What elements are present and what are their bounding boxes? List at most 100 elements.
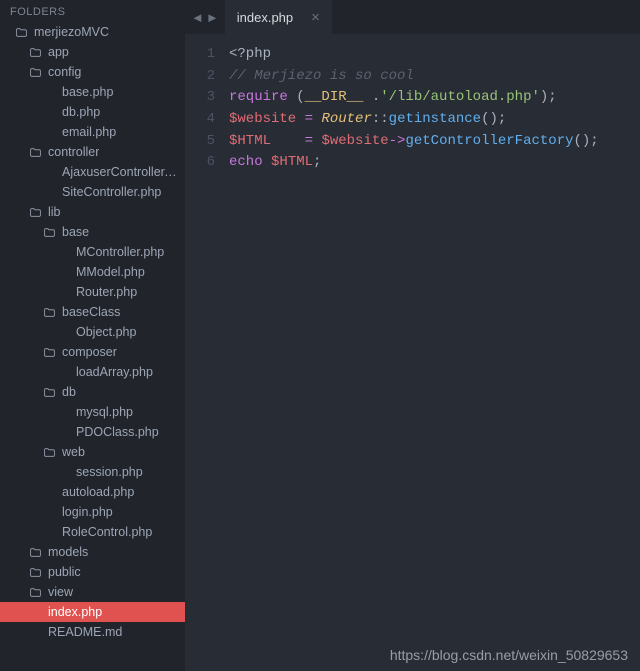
folder-icon	[42, 445, 56, 459]
tree-item-label: app	[48, 45, 69, 59]
tree-item-label: email.php	[62, 125, 116, 139]
tree-item-label: RoleControl.php	[62, 525, 152, 539]
line-gutter: 123456	[185, 34, 223, 671]
file-icon	[28, 625, 42, 639]
folder-item[interactable]: view	[0, 582, 185, 602]
file-icon	[56, 285, 70, 299]
tree-item-label: composer	[62, 345, 117, 359]
folder-item[interactable]: controller	[0, 142, 185, 162]
file-item[interactable]: AjaxuserController.php	[0, 162, 185, 182]
line-number: 2	[185, 66, 215, 88]
folder-icon	[42, 305, 56, 319]
line-number: 4	[185, 109, 215, 131]
folder-icon	[28, 145, 42, 159]
tree-item-label: view	[48, 585, 73, 599]
file-icon	[56, 405, 70, 419]
file-item[interactable]: MController.php	[0, 242, 185, 262]
code-line: // Merjiezo is so cool	[229, 66, 640, 88]
file-icon	[56, 465, 70, 479]
sidebar: FOLDERS merjiezoMVCappconfigbase.phpdb.p…	[0, 0, 185, 671]
file-item[interactable]: login.php	[0, 502, 185, 522]
tree-item-label: merjiezoMVC	[34, 25, 109, 39]
file-item[interactable]: db.php	[0, 102, 185, 122]
tree-item-label: base	[62, 225, 89, 239]
tree-item-label: controller	[48, 145, 99, 159]
tree-item-label: mysql.php	[76, 405, 133, 419]
folder-icon	[28, 565, 42, 579]
folder-icon	[28, 65, 42, 79]
file-icon	[42, 485, 56, 499]
file-item[interactable]: SiteController.php	[0, 182, 185, 202]
code-area[interactable]: 123456 <?php// Merjiezo is so coolrequir…	[185, 34, 640, 671]
code-line: echo $HTML;	[229, 152, 640, 174]
file-item[interactable]: session.php	[0, 462, 185, 482]
folder-item[interactable]: baseClass	[0, 302, 185, 322]
folder-item[interactable]: db	[0, 382, 185, 402]
file-icon	[42, 165, 56, 179]
file-icon	[56, 245, 70, 259]
tree-item-label: Router.php	[76, 285, 137, 299]
file-icon	[42, 185, 56, 199]
file-item[interactable]: README.md	[0, 622, 185, 642]
tree-item-label: config	[48, 65, 81, 79]
editor: ◄ ► index.php × 123456 <?php// Merjiezo …	[185, 0, 640, 671]
tab-bar: ◄ ► index.php ×	[185, 0, 640, 34]
line-number: 1	[185, 44, 215, 66]
file-item[interactable]: email.php	[0, 122, 185, 142]
folder-item[interactable]: public	[0, 562, 185, 582]
tree-item-label: base.php	[62, 85, 113, 99]
close-icon[interactable]: ×	[311, 9, 320, 26]
nav-left-icon[interactable]: ◄	[191, 10, 204, 25]
nav-arrows: ◄ ►	[185, 10, 225, 25]
file-item[interactable]: Router.php	[0, 282, 185, 302]
tree-item-label: PDOClass.php	[76, 425, 159, 439]
tree-item-label: MModel.php	[76, 265, 145, 279]
tree-item-label: baseClass	[62, 305, 120, 319]
nav-right-icon[interactable]: ►	[206, 10, 219, 25]
file-item[interactable]: autoload.php	[0, 482, 185, 502]
folder-item[interactable]: config	[0, 62, 185, 82]
file-icon	[42, 85, 56, 99]
folder-item[interactable]: models	[0, 542, 185, 562]
tree-item-label: login.php	[62, 505, 113, 519]
tree-item-label: MController.php	[76, 245, 164, 259]
file-item[interactable]: loadArray.php	[0, 362, 185, 382]
file-item[interactable]: index.php	[0, 602, 185, 622]
file-icon	[56, 425, 70, 439]
folder-item[interactable]: app	[0, 42, 185, 62]
file-tree[interactable]: merjiezoMVC app config base.php db.php email.…	[0, 22, 185, 671]
watermark: https://blog.csdn.net/weixin_50829653	[390, 647, 628, 663]
file-item[interactable]: mysql.php	[0, 402, 185, 422]
file-icon	[56, 365, 70, 379]
folder-item[interactable]: lib	[0, 202, 185, 222]
tab-active[interactable]: index.php ×	[225, 0, 332, 34]
folder-icon	[42, 385, 56, 399]
code-content[interactable]: <?php// Merjiezo is so coolrequire (__DI…	[223, 34, 640, 671]
tree-item-label: Object.php	[76, 325, 136, 339]
folder-icon	[14, 25, 28, 39]
folder-icon	[28, 205, 42, 219]
folder-item[interactable]: base	[0, 222, 185, 242]
file-item[interactable]: MModel.php	[0, 262, 185, 282]
folder-item[interactable]: web	[0, 442, 185, 462]
tree-item-label: SiteController.php	[62, 185, 161, 199]
file-icon	[42, 125, 56, 139]
line-number: 5	[185, 131, 215, 153]
tree-item-label: lib	[48, 205, 61, 219]
file-item[interactable]: RoleControl.php	[0, 522, 185, 542]
folder-icon	[28, 45, 42, 59]
file-item[interactable]: PDOClass.php	[0, 422, 185, 442]
file-icon	[42, 525, 56, 539]
line-number: 3	[185, 87, 215, 109]
tree-item-label: loadArray.php	[76, 365, 153, 379]
tree-item-label: public	[48, 565, 81, 579]
tree-item-label: autoload.php	[62, 485, 134, 499]
file-item[interactable]: base.php	[0, 82, 185, 102]
file-item[interactable]: Object.php	[0, 322, 185, 342]
code-line: require (__DIR__ .'/lib/autoload.php');	[229, 87, 640, 109]
folder-item[interactable]: merjiezoMVC	[0, 22, 185, 42]
folder-item[interactable]: composer	[0, 342, 185, 362]
tree-item-label: web	[62, 445, 85, 459]
file-icon	[56, 265, 70, 279]
tree-item-label: AjaxuserController.php	[62, 165, 179, 179]
